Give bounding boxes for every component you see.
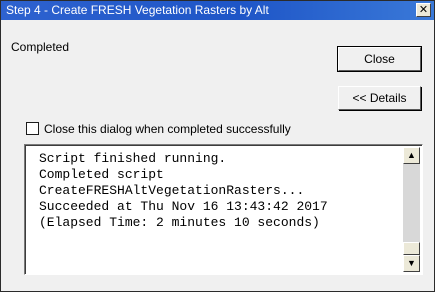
- messages-textarea[interactable]: Script finished running. Completed scrip…: [24, 144, 423, 275]
- close-when-completed-label: Close this dialog when completed success…: [44, 122, 291, 136]
- vertical-scrollbar[interactable]: ▲ ▼: [403, 147, 420, 272]
- log-line: Completed script: [39, 167, 164, 182]
- scrollbar-thumb[interactable]: [403, 242, 420, 255]
- arrow-down-icon: ▼: [407, 258, 416, 268]
- log-line: CreateFRESHAltVegetationRasters...: [39, 183, 305, 198]
- window-title: Step 4 - Create FRESH Vegetation Rasters…: [6, 3, 269, 17]
- close-button[interactable]: Close: [337, 46, 422, 72]
- arrow-up-icon: ▲: [407, 150, 416, 160]
- close-icon: ✕: [418, 4, 429, 16]
- details-toggle-button[interactable]: << Details: [338, 86, 421, 110]
- log-line: (Elapsed Time: 2 minutes 10 seconds): [39, 215, 320, 230]
- log-line: Script finished running.: [39, 151, 227, 166]
- close-when-completed-checkbox[interactable]: [26, 122, 39, 135]
- scroll-down-button[interactable]: ▼: [403, 255, 420, 272]
- progress-dialog: Step 4 - Create FRESH Vegetation Rasters…: [0, 0, 435, 292]
- log-line: Succeeded at Thu Nov 16 13:43:42 2017: [39, 199, 328, 214]
- log-messages: Script finished running. Completed scrip…: [39, 151, 328, 231]
- title-close-button[interactable]: ✕: [416, 3, 431, 17]
- scroll-up-button[interactable]: ▲: [403, 147, 420, 164]
- status-text: Completed: [11, 40, 70, 54]
- title-bar[interactable]: Step 4 - Create FRESH Vegetation Rasters…: [1, 1, 434, 20]
